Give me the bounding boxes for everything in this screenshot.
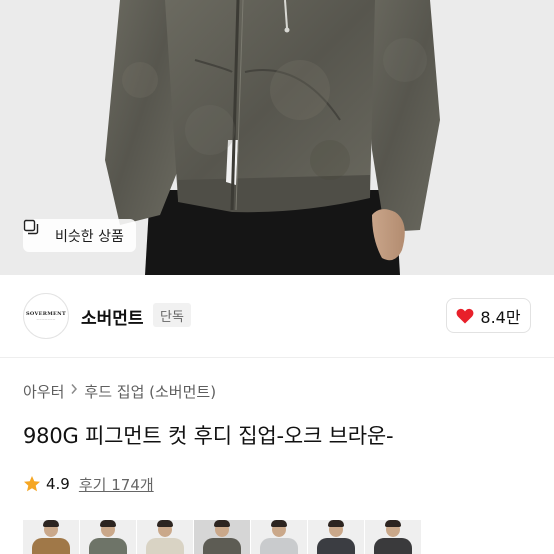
variant-hoodie [203,538,241,554]
color-variant-thumbnail[interactable] [365,520,421,554]
star-icon [23,475,41,493]
chevron-right-icon [70,383,78,399]
color-variant-thumbnail[interactable] [194,520,250,554]
variant-hoodie [260,538,298,554]
variant-hoodie [317,538,355,554]
variant-hoodie [146,538,184,554]
product-image[interactable]: 비슷한 상품 [0,0,554,275]
like-count: 8.4만 [480,307,521,327]
breadcrumb-item-outer[interactable]: 아우터 [23,381,64,402]
product-title: 980G 피그먼트 컷 후디 집업-오크 브라운- [23,424,394,448]
similar-items-button[interactable]: 비슷한 상품 [23,219,136,252]
brand-logo-text: SOVERMENT [25,311,67,317]
variant-model-hair [100,520,116,527]
color-variant-thumbnail[interactable] [137,520,193,554]
variant-model-hair [157,520,173,527]
similar-items-icon [23,219,49,244]
section-divider [0,357,554,358]
rating-score: 4.9 [46,475,70,493]
variant-model-hair [271,520,287,527]
variant-model-hair [385,520,401,527]
brand-name[interactable]: 소버먼트 [81,304,144,329]
like-button[interactable]: 8.4만 [446,298,531,333]
breadcrumb-item-category[interactable]: 후드 집업 (소버먼트) [84,381,216,402]
brand-row: SOVERMENT ——————— 소버먼트 단독 8.4만 [0,275,554,357]
rating: 4.9 후기 174개 [23,472,154,496]
brand-logo-underline: ——————— [36,318,56,321]
reviews-link[interactable]: 후기 174개 [79,474,154,495]
variant-hoodie [374,538,412,554]
variant-model-hair [328,520,344,527]
brand-logo[interactable]: SOVERMENT ——————— [23,293,69,339]
exclusive-badge: 단독 [153,303,191,327]
heart-icon [456,308,474,324]
color-variant-thumbnail[interactable] [80,520,136,554]
variant-model-hair [43,520,59,527]
color-variant-thumbnail[interactable] [308,520,364,554]
variant-hoodie [89,538,127,554]
color-variants [23,520,421,554]
color-variant-thumbnail[interactable] [251,520,307,554]
color-variant-thumbnail[interactable] [23,520,79,554]
similar-items-label: 비슷한 상품 [55,228,124,245]
variant-model-hair [214,520,230,527]
variant-hoodie [32,538,70,554]
breadcrumb: 아우터 후드 집업 (소버먼트) [23,380,216,402]
